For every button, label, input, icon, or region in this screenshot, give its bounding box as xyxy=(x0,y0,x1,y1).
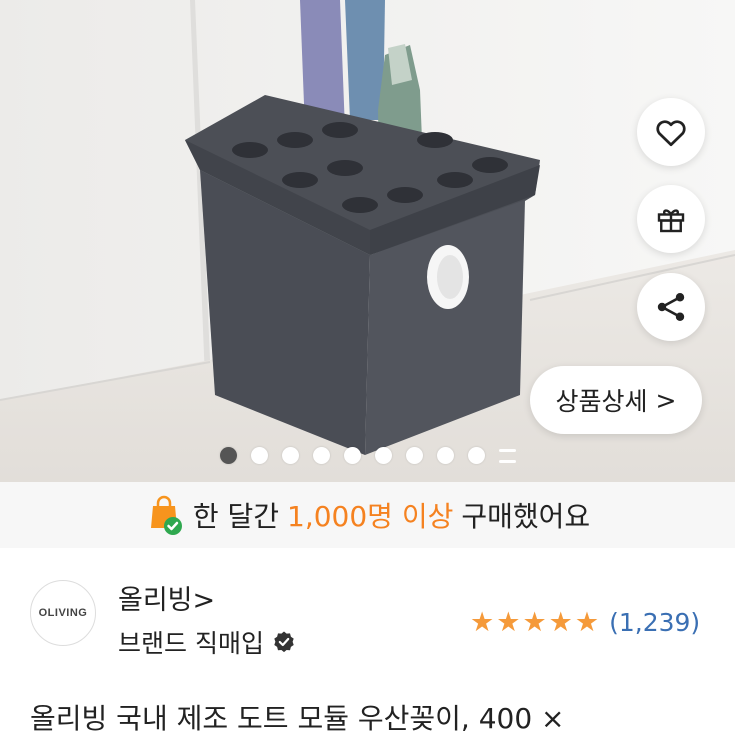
star-icon: ★ xyxy=(496,607,521,638)
pagination-dot[interactable] xyxy=(375,447,392,464)
wishlist-button[interactable] xyxy=(637,98,705,166)
pagination-dot[interactable] xyxy=(251,447,268,464)
gift-icon xyxy=(657,209,685,233)
more-images-icon[interactable] xyxy=(499,448,516,463)
banner-suffix: 구매했어요 xyxy=(461,500,591,533)
product-image-carousel[interactable]: 상품상세 > xyxy=(0,0,735,482)
pagination-dot[interactable] xyxy=(468,447,485,464)
gift-button[interactable] xyxy=(637,185,705,253)
product-rating[interactable]: ★ ★ ★ ★ ★ (1,239) xyxy=(470,608,700,637)
star-icon: ★ xyxy=(574,607,600,638)
review-count-link[interactable]: (1,239) xyxy=(609,608,700,637)
brand-name-link[interactable]: 올리빙> xyxy=(118,578,215,617)
shopping-bag-check-icon xyxy=(150,495,182,535)
pagination-dot[interactable] xyxy=(437,447,454,464)
chevron-right-icon: > xyxy=(655,385,677,415)
carousel-pagination[interactable] xyxy=(220,447,516,464)
verified-check-icon xyxy=(274,631,294,653)
star-icon: ★ xyxy=(522,607,547,638)
banner-prefix: 한 달간 xyxy=(192,500,280,533)
pagination-dot[interactable] xyxy=(313,447,330,464)
star-icon: ★ xyxy=(548,607,573,638)
pagination-dot[interactable] xyxy=(220,447,237,464)
banner-count: 1,000명 이상 xyxy=(287,500,454,533)
brand-section: OLIVING 올리빙> 브랜드 직매입 ★ ★ ★ ★ ★ (1,239) xyxy=(0,570,735,670)
share-button[interactable] xyxy=(637,273,705,341)
product-title: 올리빙 국내 제조 도트 모듈 우산꽂이, 400 × xyxy=(30,702,565,735)
pagination-dot[interactable] xyxy=(282,447,299,464)
brand-direct-badge: 브랜드 직매입 xyxy=(118,624,296,660)
share-icon xyxy=(657,293,685,321)
pagination-dot[interactable] xyxy=(406,447,423,464)
pagination-dot[interactable] xyxy=(344,447,361,464)
brand-logo[interactable]: OLIVING xyxy=(30,580,96,646)
heart-icon xyxy=(656,120,686,147)
brand-direct-label: 브랜드 직매입 xyxy=(118,629,264,658)
star-icon: ★ xyxy=(470,607,495,638)
product-detail-label: 상품상세 xyxy=(555,387,648,416)
product-detail-button[interactable]: 상품상세 > xyxy=(530,366,702,434)
purchase-count-banner: 한 달간 1,000명 이상 구매했어요 xyxy=(0,482,735,548)
